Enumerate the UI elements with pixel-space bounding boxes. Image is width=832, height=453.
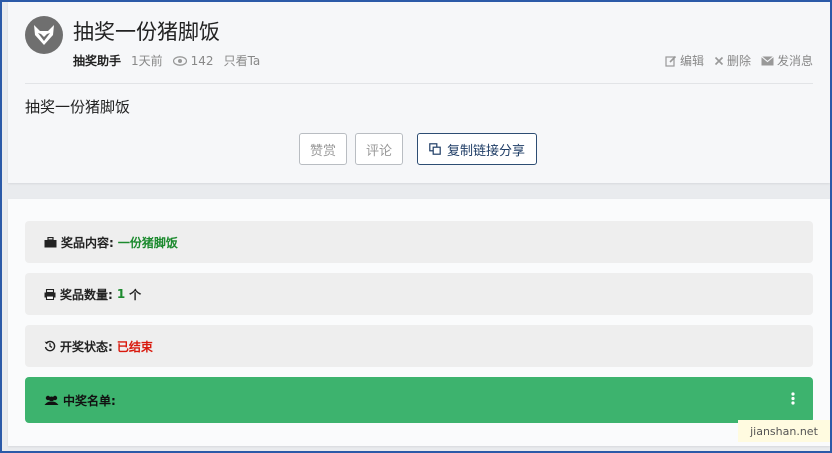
eye-icon [172, 55, 187, 66]
edit-icon [665, 55, 677, 67]
close-icon [714, 56, 724, 65]
draw-status-row: 开奖状态: 已结束 [25, 325, 813, 367]
print-icon [44, 288, 56, 300]
winners-label: 中奖名单: [63, 393, 116, 408]
prize-content-value: 一份猪脚饭 [117, 235, 178, 250]
delete-label: 删除 [726, 54, 751, 68]
prize-quantity-row: 奖品数量: 1 个 [25, 273, 813, 315]
post-content: 抽奖一份猪脚饭 [25, 98, 131, 116]
prize-content-row: 奖品内容: 一份猪脚饭 [25, 221, 813, 263]
post-time: 1天前 [131, 54, 163, 68]
delete-button[interactable]: 删除 [714, 52, 751, 69]
share-label: 复制链接分享 [447, 143, 526, 159]
avatar[interactable] [25, 16, 63, 54]
reward-button[interactable]: 赞赏 [299, 133, 348, 165]
message-button[interactable]: 发消息 [761, 52, 813, 69]
edit-button[interactable]: 编辑 [665, 52, 704, 69]
prize-quantity-value: 1 [116, 287, 126, 301]
prize-quantity-label: 奖品数量: [60, 287, 113, 302]
history-icon [44, 340, 56, 352]
post-card: 抽奖一份猪脚饭 抽奖助手 1天前 142 只看Ta 编辑 删除 发消息 抽奖一份… [8, 2, 830, 183]
comment-button[interactable]: 评论 [355, 133, 404, 165]
post-button-row: 赞赏 评论 复制链接分享 [299, 133, 538, 165]
author-link[interactable]: 抽奖助手 [73, 52, 121, 69]
prize-card: 奖品内容: 一份猪脚饭 奖品数量: 1 个 开奖状态: 已结束 中奖名单: [8, 199, 830, 446]
post-meta: 抽奖助手 1天前 142 只看Ta [73, 52, 260, 69]
winners-row[interactable]: 中奖名单: [25, 377, 813, 423]
post-actions: 编辑 删除 发消息 [665, 52, 813, 69]
ellipsis-vertical-icon[interactable] [791, 392, 795, 405]
edit-label: 编辑 [679, 54, 704, 68]
draw-status-label: 开奖状态: [60, 339, 113, 354]
message-label: 发消息 [776, 54, 813, 68]
view-count-value: 142 [190, 53, 214, 68]
users-icon [44, 395, 59, 405]
prize-quantity-unit: 个 [129, 287, 142, 302]
share-button[interactable]: 复制链接分享 [417, 133, 538, 165]
divider [25, 83, 813, 84]
only-view-author-link[interactable]: 只看Ta [224, 52, 261, 69]
prize-content-label: 奖品内容: [61, 235, 114, 250]
view-count: 142 [172, 53, 214, 68]
draw-status-value: 已结束 [116, 339, 153, 354]
envelope-icon [761, 55, 774, 65]
briefcase-icon [44, 236, 57, 247]
fox-logo-icon [34, 25, 54, 45]
watermark: jianshan.net [738, 420, 830, 442]
copy-icon [429, 143, 441, 155]
post-title: 抽奖一份猪脚饭 [73, 20, 220, 44]
